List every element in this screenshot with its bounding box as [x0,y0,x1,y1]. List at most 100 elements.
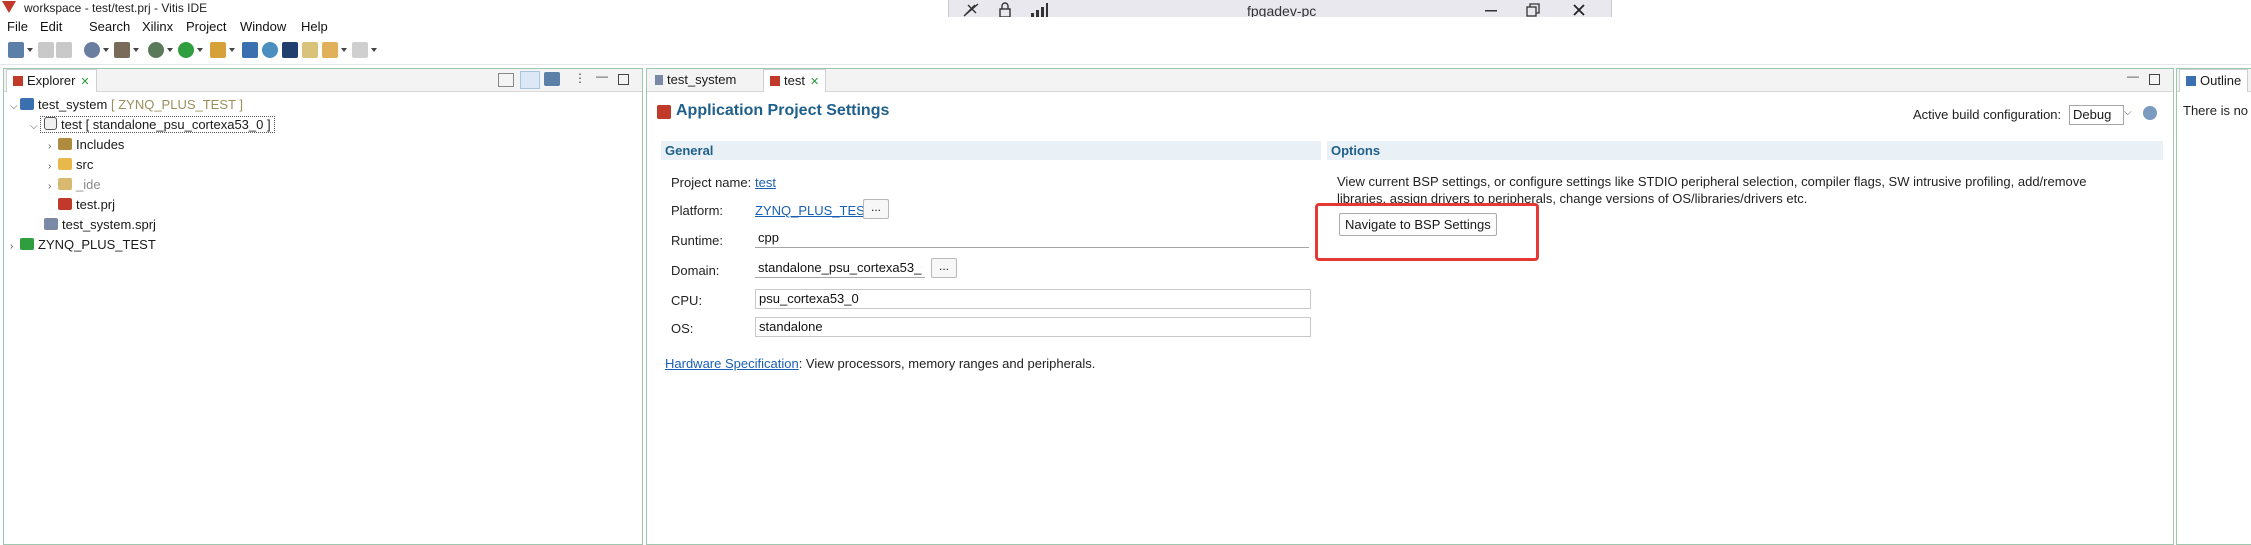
build-config-select[interactable]: Debug [2069,105,2124,125]
tree-item-ide[interactable]: › _ide [48,175,101,195]
save-icon[interactable] [38,42,54,58]
close-tab-icon[interactable]: ✕ [810,76,819,88]
debug-dropdown-icon[interactable] [167,48,173,52]
menu-project[interactable]: Project [186,19,226,34]
chevron-down-icon[interactable]: ⌵ [2124,107,2132,118]
tab-test-system[interactable]: test_system [649,69,742,91]
launch-icon[interactable] [210,42,226,58]
terminal-icon[interactable] [242,42,258,58]
options-description-line1: View current BSP settings, or configure … [1337,174,2087,189]
new-icon[interactable] [8,42,24,58]
close-tab-icon[interactable]: ✕ [80,76,89,88]
run-icon[interactable] [178,42,194,58]
collapsed-twisty-icon[interactable]: › [48,157,58,177]
xsct-console-icon[interactable] [282,42,298,58]
previous-edit-icon[interactable] [302,42,318,58]
os-label: OS: [671,321,694,336]
launch-dropdown-icon[interactable] [229,48,235,52]
maximize-view-icon[interactable] [618,74,629,85]
domain-browse-button[interactable]: ... [931,258,957,278]
build-dropdown-icon[interactable] [133,48,139,52]
new-dropdown-icon[interactable] [27,48,33,52]
system-project-file-icon [44,218,58,230]
menu-bar: File Edit Search Xilinx Project Window H… [0,17,2251,37]
program-device-icon[interactable] [262,42,278,58]
tab-test[interactable]: test ✕ [763,69,827,92]
menu-help[interactable]: Help [301,19,328,34]
main-toolbar [0,38,2251,65]
tree-item-includes[interactable]: › Includes [48,135,124,155]
tree-label: test_system.sprj [62,217,156,232]
application-project-icon [44,117,57,130]
folder-icon [58,158,72,170]
domain-field[interactable] [755,259,925,278]
cpu-field[interactable] [755,289,1311,309]
minimize-view-icon[interactable]: — [596,69,608,83]
os-field[interactable] [755,317,1311,337]
configurations-dropdown-icon[interactable] [103,48,109,52]
tree-label: src [76,157,94,172]
tab-explorer[interactable]: Explorer ✕ [6,69,97,92]
application-settings-icon [657,105,671,119]
link-with-editor-icon[interactable] [520,71,540,89]
explorer-tab-icon [13,76,23,86]
menu-edit[interactable]: Edit [40,19,62,34]
build-hammer-icon[interactable] [114,42,130,58]
back-dropdown-icon[interactable] [341,48,347,52]
tab-label: Outline [2200,73,2242,88]
expanded-twisty-icon[interactable]: ⌵ [10,97,20,117]
filter-icon[interactable] [544,72,560,86]
collapsed-twisty-icon[interactable]: › [48,177,58,197]
project-tab-icon [770,76,780,86]
tab-outline[interactable]: Outline [2179,69,2249,92]
tree-item-test[interactable]: ⌵ test [ standalone_psu_cortexa53_0 ] [30,115,275,135]
tree-label: test [ standalone_psu_cortexa53_0 ] [61,117,271,132]
tree-item-src[interactable]: › src [48,155,93,175]
general-section-header: General [661,141,1321,160]
view-menu-icon[interactable]: ⋮ [574,71,586,85]
domain-label: Domain: [671,263,720,278]
expanded-twisty-icon[interactable]: ⌵ [30,117,40,137]
maximize-view-icon[interactable] [2149,74,2160,85]
hardware-spec-link[interactable]: Hardware Specification [665,356,799,371]
tree-label: test_system [38,97,108,112]
hardware-spec-line: Hardware Specification: View processors,… [665,356,1095,371]
tree-label: Includes [76,137,125,152]
outline-tab-icon [2186,76,2196,86]
tree-label-suffix: [ ZYNQ_PLUS_TEST ] [110,97,243,112]
run-dropdown-icon[interactable] [197,48,203,52]
platform-project-icon [20,238,34,250]
build-config-label: Active build configuration: [1913,107,2062,122]
back-icon[interactable] [322,42,338,58]
vitis-logo-icon [2,1,16,13]
platform-link[interactable]: ZYNQ_PLUS_TEST [755,203,873,218]
options-description: View current BSP settings, or configure … [1337,173,2157,207]
tree-item-zynq-plus-test[interactable]: › ZYNQ_PLUS_TEST [10,235,156,255]
menu-file[interactable]: File [7,19,28,34]
project-name-link[interactable]: test [755,175,776,190]
menu-xilinx[interactable]: Xilinx [142,19,173,34]
forward-dropdown-icon[interactable] [371,48,377,52]
tree-item-test-prj[interactable]: test.prj [58,195,115,215]
tree-item-test-system[interactable]: ⌵ test_system [ ZYNQ_PLUS_TEST ] [10,95,243,115]
tree-item-test-system-sprj[interactable]: test_system.sprj [44,215,156,235]
minimize-view-icon[interactable]: — [2127,69,2139,83]
menu-window[interactable]: Window [240,19,286,34]
hardware-spec-text: : View processors, memory ranges and per… [798,356,1096,371]
menu-search[interactable]: Search [89,19,130,34]
system-project-icon [20,98,34,110]
cpu-label: CPU: [671,293,703,308]
navigate-bsp-settings-button[interactable]: Navigate to BSP Settings [1339,213,1497,236]
runtime-field[interactable] [755,229,1309,248]
collapsed-twisty-icon[interactable]: › [10,237,20,257]
platform-browse-button[interactable]: ... [863,199,889,219]
collapse-all-icon[interactable] [498,73,514,87]
manage-configurations-icon[interactable] [84,42,100,58]
manage-build-configs-icon[interactable] [2143,106,2157,120]
outline-panel: Outline There is no [2176,68,2251,545]
save-all-icon[interactable] [56,42,72,58]
debug-icon[interactable] [148,42,164,58]
system-tab-icon [655,75,663,85]
collapsed-twisty-icon[interactable]: › [48,137,58,157]
forward-icon[interactable] [352,42,368,58]
